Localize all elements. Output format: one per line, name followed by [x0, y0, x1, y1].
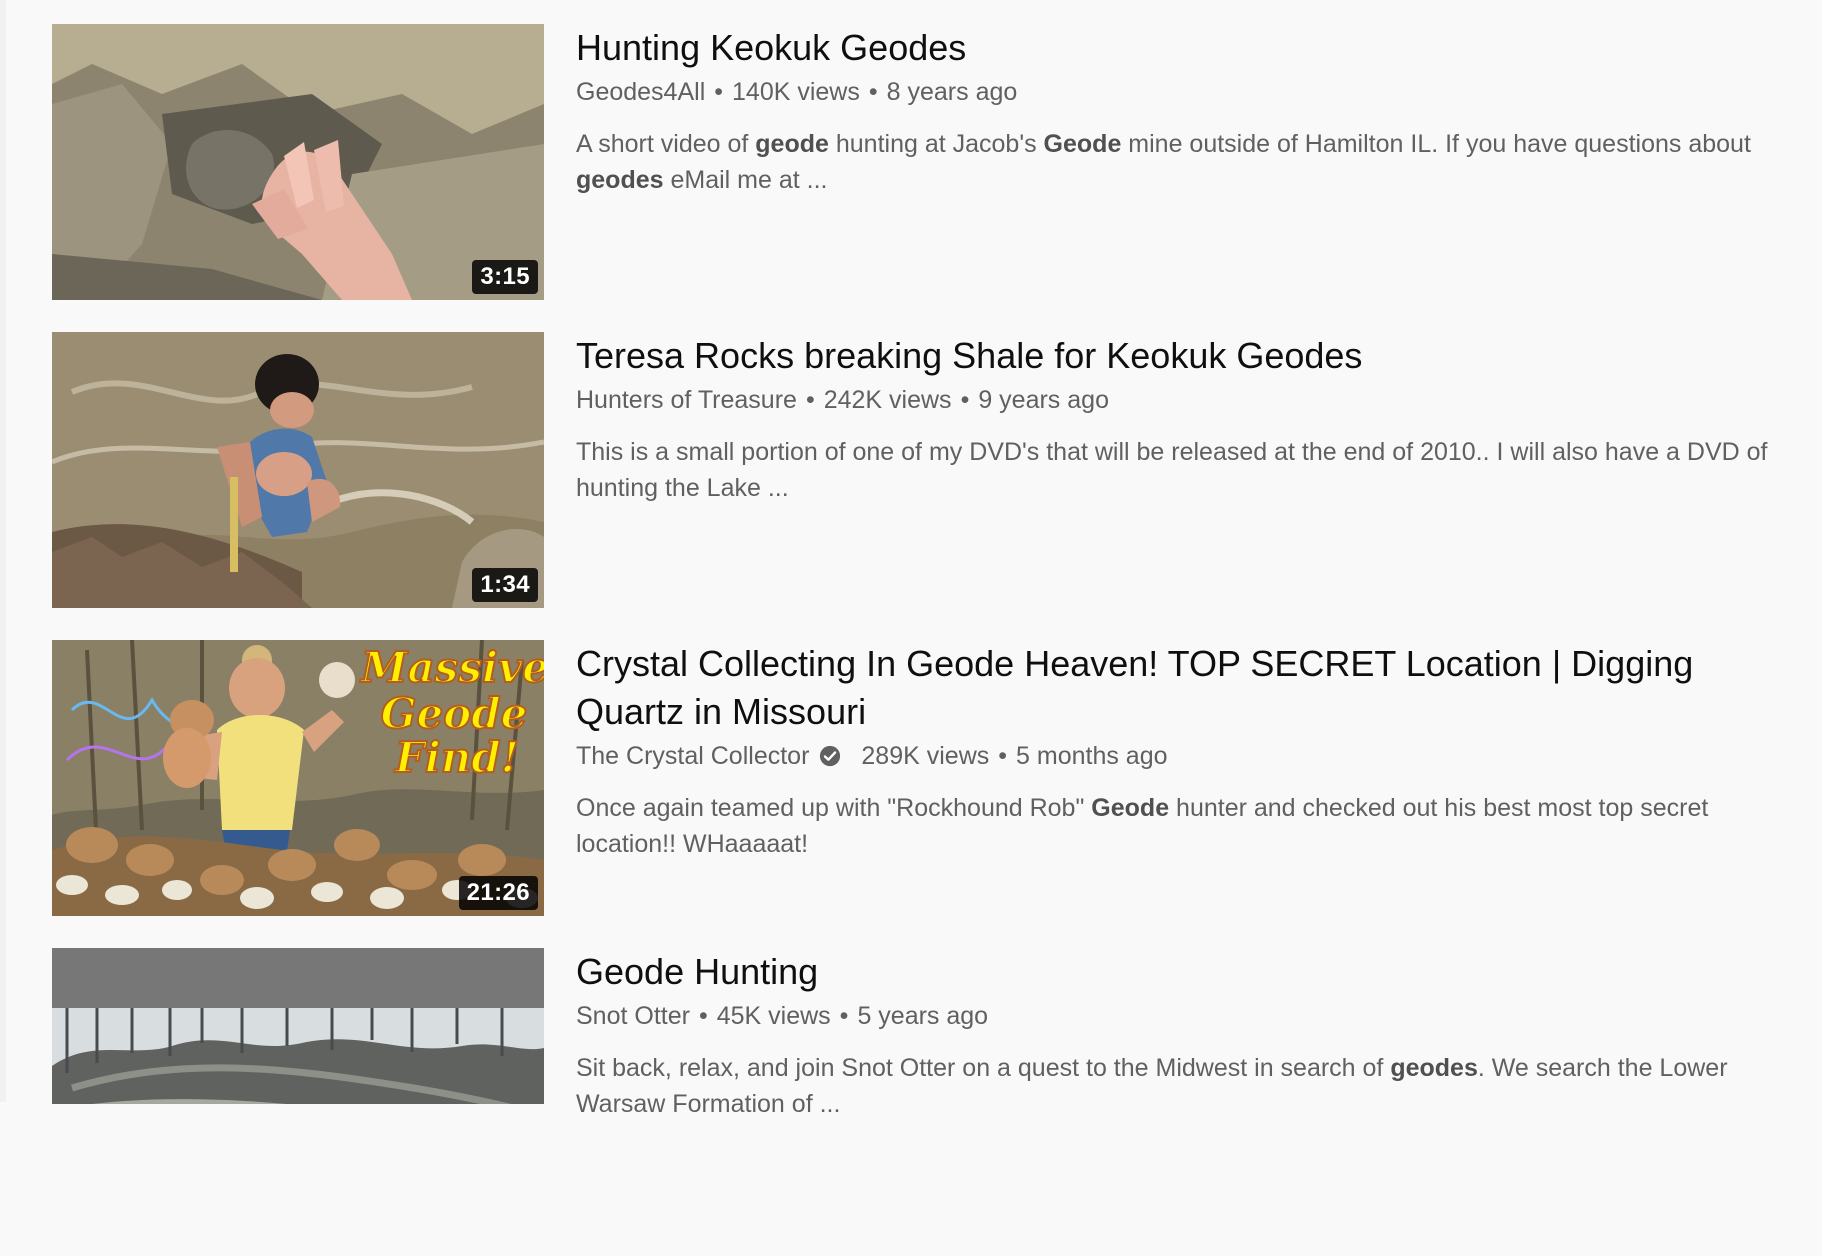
video-thumbnail[interactable]: Massive Geode Find! 21:26: [52, 640, 544, 916]
video-title-link[interactable]: Crystal Collecting In Geode Heaven! TOP …: [576, 640, 1792, 736]
view-count: 289K views: [861, 742, 990, 770]
video-title-link[interactable]: Geode Hunting: [576, 948, 1792, 996]
video-thumbnail[interactable]: [52, 948, 544, 1104]
thumbnail-overlay-text: Massive: [359, 643, 544, 692]
video-meta: Crystal Collecting In Geode Heaven! TOP …: [576, 640, 1792, 862]
channel-name-link[interactable]: Geodes4All: [576, 74, 705, 110]
highlighted-search-term: Geode: [1043, 130, 1122, 158]
video-result[interactable]: Geode Hunting Snot Otter • 45K views • 5…: [52, 948, 1792, 1256]
video-meta: Hunting Keokuk Geodes Geodes4All • 140K …: [576, 24, 1792, 198]
separator-dot: •: [868, 78, 878, 106]
description-text-segment: Once again teamed up with "Rockhound Rob…: [576, 794, 1092, 822]
channel-name-link[interactable]: Snot Otter: [576, 998, 690, 1034]
description-text-segment: Sit back, relax, and join Snot Otter on …: [576, 1054, 1391, 1082]
video-description: A short video of geode hunting at Jacob'…: [576, 126, 1792, 198]
description-text-segment: mine outside of Hamilton IL. If you have…: [1121, 130, 1751, 158]
upload-age: 9 years ago: [978, 386, 1109, 414]
description-text-segment: A short video of: [576, 130, 756, 158]
view-count: 140K views: [732, 78, 860, 106]
separator-dot: •: [839, 1002, 849, 1030]
upload-age: 8 years ago: [886, 78, 1018, 106]
separator-dot: •: [698, 1002, 708, 1030]
thumbnail-overlay-text: Find!: [394, 733, 519, 782]
video-meta: Teresa Rocks breaking Shale for Keokuk G…: [576, 332, 1792, 506]
video-thumbnail[interactable]: 3:15: [52, 24, 544, 300]
view-count: 242K views: [823, 386, 952, 414]
upload-age: 5 years ago: [857, 1002, 989, 1030]
thumbnail-overlay-text: Geode: [381, 689, 528, 738]
video-description: Sit back, relax, and join Snot Otter on …: [576, 1050, 1792, 1122]
thumbnail-image-geode-find: Massive Geode Find!: [52, 640, 544, 916]
video-result[interactable]: 1:34 Teresa Rocks breaking Shale for Keo…: [52, 332, 1792, 640]
separator-dot: •: [960, 386, 970, 414]
video-title-link[interactable]: Hunting Keokuk Geodes: [576, 24, 1792, 72]
video-result[interactable]: 3:15 Hunting Keokuk Geodes Geodes4All • …: [52, 24, 1792, 332]
video-title-link[interactable]: Teresa Rocks breaking Shale for Keokuk G…: [576, 332, 1792, 380]
left-panel-edge: [0, 0, 6, 1102]
separator-dot: •: [805, 386, 815, 414]
description-text-segment: eMail me at ...: [663, 166, 828, 194]
thumbnail-image-water-person: [52, 332, 544, 608]
highlighted-search-term: geodes: [576, 166, 664, 194]
video-byline: Hunters of Treasure • 242K views • 9 yea…: [576, 382, 1792, 418]
thumbnail-image-rock-hand: [52, 24, 544, 300]
highlighted-search-term: Geode: [1091, 794, 1170, 822]
video-thumbnail[interactable]: 1:34: [52, 332, 544, 608]
separator-dot: •: [998, 742, 1008, 770]
video-description: This is a small portion of one of my DVD…: [576, 434, 1792, 506]
description-text-segment: This is a small portion of one of my DVD…: [576, 438, 1768, 502]
channel-name-link[interactable]: The Crystal Collector: [576, 738, 809, 774]
verified-check-icon: [820, 745, 841, 767]
description-text-segment: hunting at Jacob's: [828, 130, 1044, 158]
video-duration-badge: 3:15: [472, 260, 538, 294]
video-result[interactable]: Massive Geode Find! 21:26 Crystal Collec…: [52, 640, 1792, 948]
video-duration-badge: 1:34: [472, 568, 538, 602]
channel-name-link[interactable]: Hunters of Treasure: [576, 382, 797, 418]
video-description: Once again teamed up with "Rockhound Rob…: [576, 790, 1792, 862]
view-count: 45K views: [716, 1002, 831, 1030]
video-duration-badge: 21:26: [458, 876, 538, 910]
upload-age: 5 months ago: [1016, 742, 1168, 770]
separator-dot: •: [714, 78, 724, 106]
video-byline: The Crystal Collector 289K views • 5 mon…: [576, 738, 1792, 774]
video-meta: Geode Hunting Snot Otter • 45K views • 5…: [576, 948, 1792, 1122]
highlighted-search-term: geode: [755, 130, 829, 158]
video-byline: Geodes4All • 140K views • 8 years ago: [576, 74, 1792, 110]
video-byline: Snot Otter • 45K views • 5 years ago: [576, 998, 1792, 1034]
search-results-list: 3:15 Hunting Keokuk Geodes Geodes4All • …: [52, 24, 1792, 1256]
thumbnail-image-rock-outcrop: [52, 1008, 544, 1104]
highlighted-search-term: geodes: [1390, 1054, 1478, 1082]
